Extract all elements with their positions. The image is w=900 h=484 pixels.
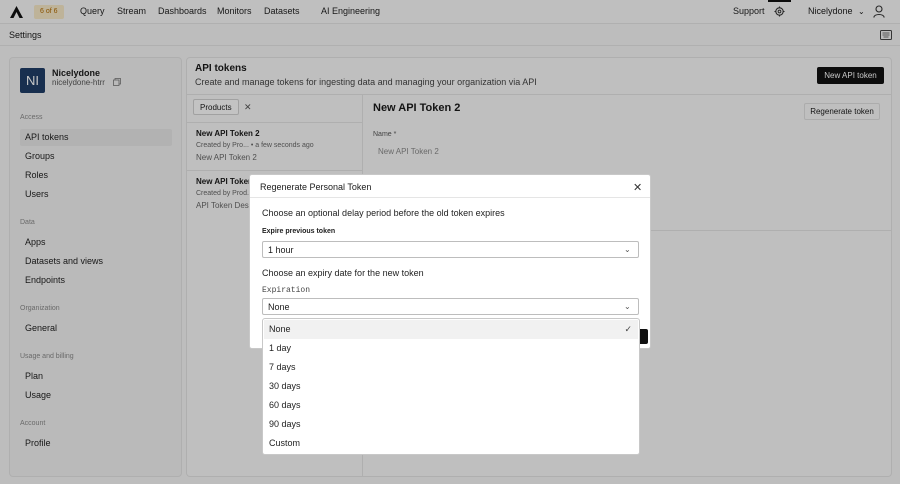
expiration-dropdown: None ✓ 1 day 7 days 30 days 60 days 90 d… [262, 318, 640, 455]
option-7-days[interactable]: 7 days [264, 358, 638, 377]
chevron-down-icon: ⌄ [624, 302, 631, 311]
modal-header: Regenerate Personal Token ✕ [250, 175, 650, 198]
expiration-label: Expiration [262, 286, 311, 295]
check-icon: ✓ [624, 324, 632, 334]
expiry-description: Choose an expiry date for the new token [262, 268, 424, 278]
expire-previous-label: Expire previous token [262, 228, 336, 235]
expire-previous-value: 1 hour [268, 245, 294, 255]
option-90-days[interactable]: 90 days [264, 415, 638, 434]
option-30-days[interactable]: 30 days [264, 377, 638, 396]
option-custom[interactable]: Custom [264, 434, 638, 453]
expiration-value: None [268, 302, 290, 312]
chevron-down-icon: ⌄ [624, 245, 631, 254]
option-60-days[interactable]: 60 days [264, 396, 638, 415]
option-none[interactable]: None ✓ [264, 320, 638, 339]
expire-previous-select[interactable]: 1 hour ⌄ [262, 241, 639, 258]
close-icon[interactable]: ✕ [633, 181, 642, 194]
option-label: None [269, 324, 291, 334]
expiration-select[interactable]: None ⌄ [262, 298, 639, 315]
delay-description: Choose an optional delay period before t… [262, 208, 505, 218]
option-1-day[interactable]: 1 day [264, 339, 638, 358]
modal-title: Regenerate Personal Token [260, 182, 372, 192]
